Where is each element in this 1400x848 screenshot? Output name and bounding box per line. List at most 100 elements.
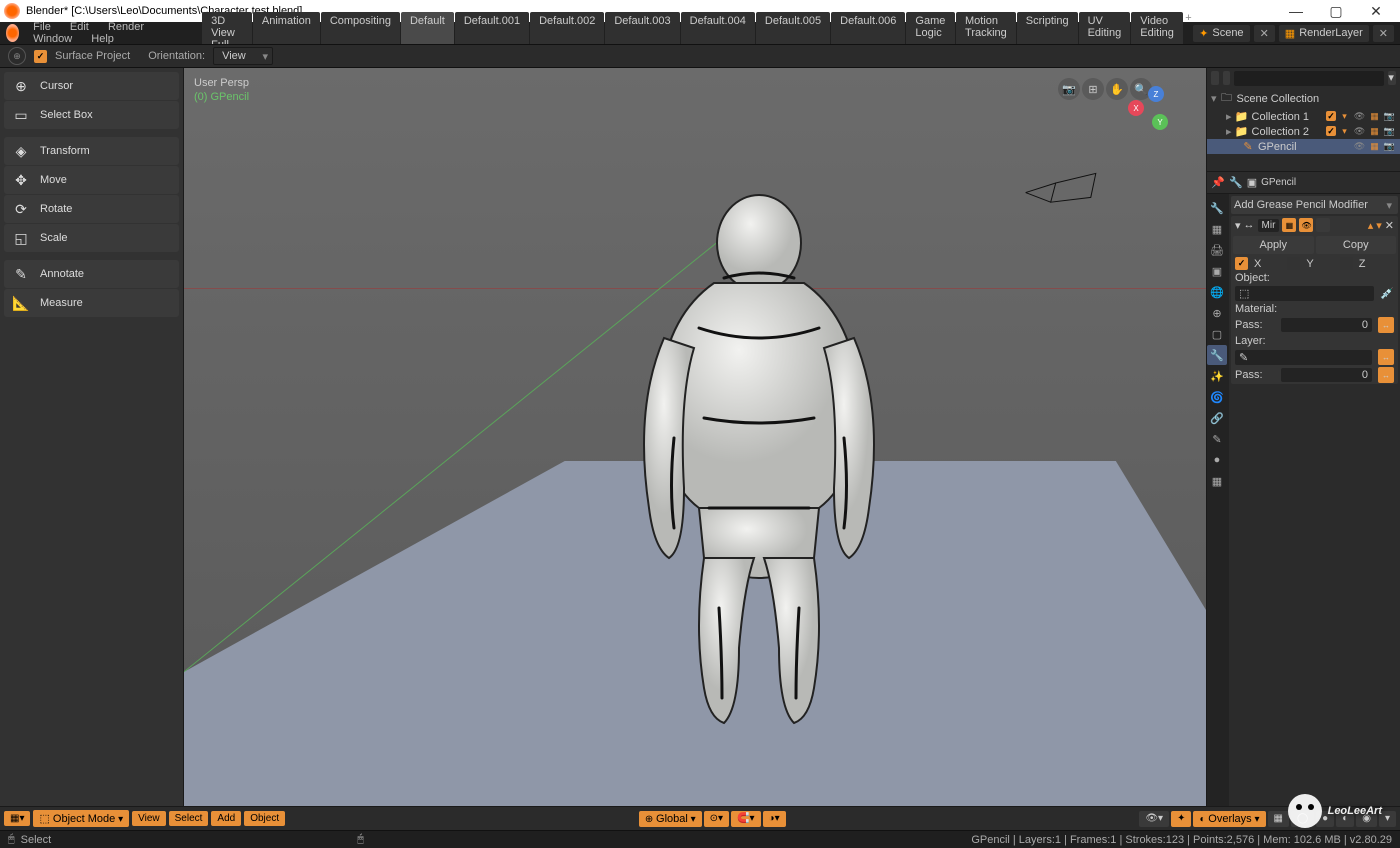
snap-button[interactable]: 🧲▾ [731, 811, 760, 827]
tool-annotate[interactable]: ✎Annotate [4, 260, 179, 288]
outliner-collection2[interactable]: ▸📁Collection 2 ▾👁▦📷 [1207, 124, 1400, 139]
mod-display-edit[interactable] [1316, 218, 1330, 232]
nav-gizmo[interactable]: XYZ [1128, 78, 1192, 142]
add-modifier-button[interactable]: Add Grease Pencil Modifier [1231, 196, 1398, 214]
outliner-search[interactable] [1234, 71, 1384, 86]
menu-edit[interactable]: Edit [62, 21, 97, 33]
scale-icon: ◱ [12, 229, 30, 247]
ptab-tool[interactable]: 🔧 [1207, 198, 1227, 218]
object-menu[interactable]: Object [244, 811, 285, 826]
tool-measure[interactable]: 📐Measure [4, 289, 179, 317]
ptab-data[interactable]: ✎ [1207, 429, 1227, 449]
ptab-output[interactable]: 🖨 [1207, 240, 1227, 260]
layer-pass-field[interactable]: 0 [1281, 368, 1372, 382]
tool-transform[interactable]: ◈Transform [4, 137, 179, 165]
mod-move-up[interactable]: ▴ [1368, 219, 1374, 232]
active-tool-icon: ⊕ [8, 47, 26, 65]
mod-remove[interactable]: ✕ [1385, 219, 1394, 232]
orientation-dropdown[interactable]: View [213, 47, 273, 65]
add-menu[interactable]: Add [211, 811, 241, 826]
ptab-modifiers[interactable]: 🔧 [1207, 345, 1227, 365]
overlays-toggle[interactable]: ◐ Overlays ▾ [1193, 811, 1265, 827]
outliner-type-icon[interactable] [1211, 71, 1219, 85]
editor-type-button[interactable]: ▦▾ [4, 811, 30, 826]
select-menu[interactable]: Select [169, 811, 209, 826]
3d-viewport[interactable]: User Persp (0) GPencil 📷 ⊞ ✋ 🔍 XYZ [184, 68, 1206, 806]
axis-y[interactable] [1287, 257, 1300, 270]
minimize-button[interactable]: — [1276, 3, 1316, 19]
tool-rotate[interactable]: ⟳Rotate [4, 195, 179, 223]
ptab-fx[interactable]: ✨ [1207, 366, 1227, 386]
ptab-viewlayer[interactable]: ▣ [1207, 261, 1227, 281]
mouse-hint-icon: 🖱 [8, 833, 15, 846]
outliner-display-icon[interactable] [1223, 71, 1231, 85]
view-menu[interactable]: View [132, 811, 166, 826]
tool-selectbox[interactable]: ▭Select Box [4, 101, 179, 129]
tool-cursor[interactable]: ⊕Cursor [4, 72, 179, 100]
pan-button[interactable]: ✋ [1106, 78, 1128, 100]
outliner-scene-collection[interactable]: ▾🗀Scene Collection [1207, 88, 1400, 109]
scene-selector[interactable]: ✦Scene [1193, 25, 1249, 42]
cursor-icon: ⊕ [12, 77, 30, 95]
object-picker[interactable]: ⬚ [1235, 286, 1374, 301]
mode-selector[interactable]: ⬚ Object Mode ▾ [33, 810, 129, 827]
copy-button[interactable]: Copy [1316, 236, 1397, 254]
prop-type-icon: 🔧 [1229, 176, 1243, 189]
prop-pin-icon[interactable]: 📌 [1211, 176, 1225, 189]
visibility-button[interactable]: 👁▾ [1139, 811, 1169, 827]
main-area: ⊕Cursor ▭Select Box ◈Transform ✥Move ⟳Ro… [0, 68, 1400, 806]
modifier-panel: ▾ ↔ Mir ▦ 👁 ▴ ▾ ✕ Apply Copy [1231, 216, 1398, 384]
mod-display-render[interactable]: ▦ [1282, 218, 1296, 232]
ptab-render[interactable]: ▦ [1207, 219, 1227, 239]
ptab-material[interactable]: ● [1207, 450, 1227, 470]
menu-render[interactable]: Render [100, 21, 152, 33]
layer-pass-toggle[interactable]: ↔ [1378, 367, 1394, 383]
outliner-collection1[interactable]: ▸📁Collection 1 ▾👁▦📷 [1207, 109, 1400, 124]
surface-project-checkbox[interactable] [34, 50, 47, 63]
gizmo-toggle[interactable]: ✦ [1171, 811, 1191, 827]
outliner-gpencil[interactable]: ✎GPencil 👁▦📷 [1207, 139, 1400, 154]
xray-button[interactable]: ▦ [1268, 811, 1289, 827]
pivot-button[interactable]: ⊙▾ [704, 811, 729, 827]
ptab-scene[interactable]: 🌐 [1207, 282, 1227, 302]
status-bar: 🖱 Select 🖱 GPencil | Layers:1 | Frames:1… [0, 830, 1400, 848]
material-pass-toggle[interactable]: ↔ [1378, 317, 1394, 333]
prop-breadcrumb: GPencil [1261, 177, 1296, 188]
ptab-world[interactable]: ⊕ [1207, 303, 1227, 323]
viewport-info: User Persp (0) GPencil [194, 76, 249, 104]
outliner: ▾ ▾🗀Scene Collection ▸📁Collection 1 ▾👁▦📷… [1207, 68, 1400, 172]
blender-logo-icon [4, 3, 20, 19]
camera-view-button[interactable]: 📷 [1058, 78, 1080, 100]
measure-icon: 📐 [12, 294, 30, 312]
character-mesh [604, 188, 914, 738]
eyedropper-icon[interactable]: 💉 [1380, 287, 1394, 300]
axis-x[interactable] [1235, 257, 1248, 270]
scene-remove-button[interactable]: ✕ [1254, 25, 1275, 42]
layer-picker[interactable]: ✎ [1235, 350, 1372, 365]
ptab-texture[interactable]: ▦ [1207, 471, 1227, 491]
renderlayer-selector[interactable]: ▦RenderLayer [1279, 25, 1369, 42]
surface-project-label: Surface Project [55, 50, 130, 62]
mod-display-view[interactable]: 👁 [1299, 218, 1313, 232]
apply-button[interactable]: Apply [1233, 236, 1314, 254]
menu-file[interactable]: File [25, 21, 59, 33]
proportional-button[interactable]: ◑▾ [763, 811, 786, 827]
axis-z[interactable] [1340, 257, 1353, 270]
tool-scale[interactable]: ◱Scale [4, 224, 179, 252]
modifier-name-field[interactable]: Mir [1258, 219, 1280, 232]
outliner-filter-icon[interactable]: ▾ [1388, 71, 1396, 85]
tool-move[interactable]: ✥Move [4, 166, 179, 194]
maximize-button[interactable]: ▢ [1316, 3, 1356, 20]
orientation-button[interactable]: ⊕ Global ▾ [639, 811, 702, 827]
mod-move-down[interactable]: ▾ [1376, 219, 1382, 232]
ptab-physics[interactable]: 🌀 [1207, 387, 1227, 407]
close-button[interactable]: ✕ [1356, 3, 1396, 20]
renderlayer-remove-button[interactable]: ✕ [1373, 25, 1394, 42]
select-icon: ▭ [12, 106, 30, 124]
material-pass-field[interactable]: 0 [1281, 318, 1372, 332]
layer-toggle[interactable]: ↔ [1378, 349, 1394, 365]
ptab-object[interactable]: ▢ [1207, 324, 1227, 344]
disclosure-icon[interactable]: ▾ [1235, 219, 1241, 232]
persp-ortho-button[interactable]: ⊞ [1082, 78, 1104, 100]
ptab-constraints[interactable]: 🔗 [1207, 408, 1227, 428]
